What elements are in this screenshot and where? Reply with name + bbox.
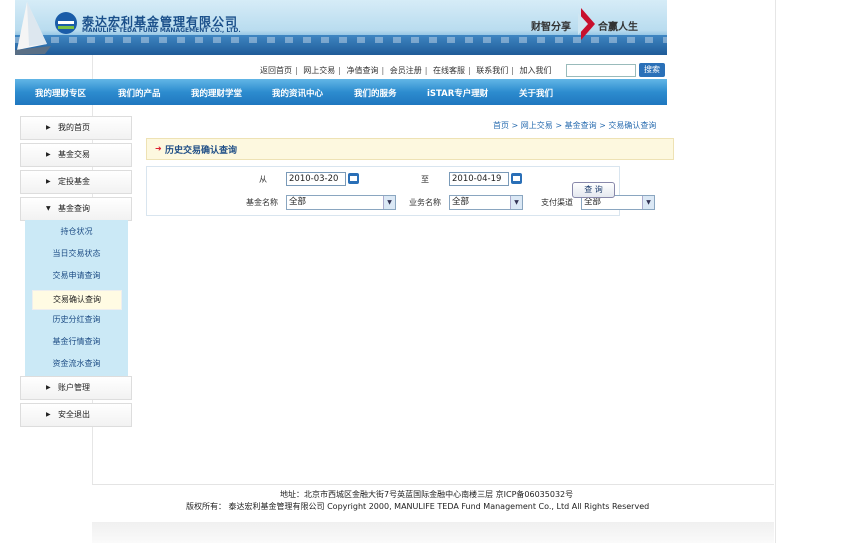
payment-channel-value: 全部 <box>584 197 602 207</box>
nav-item-service[interactable]: 我们的服务 <box>354 87 397 99</box>
breadcrumb-separator: > <box>599 121 606 130</box>
divider: | <box>424 66 428 75</box>
fund-name-value: 全部 <box>289 197 307 207</box>
banner-wave <box>15 37 667 43</box>
submenu-item-confirm-query[interactable]: 交易确认查询 <box>32 290 122 310</box>
breadcrumb-home[interactable]: 首页 <box>493 121 509 130</box>
sidebar-item-fund-query[interactable]: ▼ 基金查询 <box>20 197 132 221</box>
breadcrumb: 首页 > 网上交易 > 基金查询 > 交易确认查询 <box>493 120 656 131</box>
nav-item-my-finance[interactable]: 我的理财专区 <box>35 87 86 99</box>
submenu-item-cashflow-query[interactable]: 资金流水查询 <box>25 355 128 373</box>
slogan-left: 财智分享 <box>531 22 571 33</box>
main-nav: 我的理财专区 我们的产品 我的理财学堂 我的资讯中心 我们的服务 iSTAR专户… <box>15 79 667 105</box>
business-name-select[interactable]: 全部 ▼ <box>449 195 523 210</box>
sidebar-item-fund-trade[interactable]: ▶ 基金交易 <box>20 143 132 167</box>
start-date-input[interactable]: 2010-03-20 <box>286 172 346 186</box>
sidebar-item-home[interactable]: ▶ 我的首页 <box>20 116 132 140</box>
submenu-item-holdings[interactable]: 持仓状况 <box>25 223 128 241</box>
sidebar-item-label: 安全退出 <box>58 410 90 419</box>
toplink-join[interactable]: 加入我们 <box>520 66 552 75</box>
sidebar-item-label: 基金交易 <box>58 150 90 159</box>
from-label: 从 <box>259 175 267 184</box>
footer-copyright: 版权所有： 泰达宏利基金管理有限公司 Copyright 2000, MANUL… <box>186 502 650 511</box>
sidebar-item-label: 账户管理 <box>58 383 90 392</box>
toplink-register[interactable]: 会员注册 <box>390 66 422 75</box>
end-date-input[interactable]: 2010-04-19 <box>449 172 509 186</box>
footer-bottom-band <box>92 522 774 543</box>
section-title-bar: ➜ 历史交易确认查询 <box>146 138 674 160</box>
page-title: 历史交易确认查询 <box>165 146 238 156</box>
business-name-value: 全部 <box>452 197 470 207</box>
breadcrumb-fund-query[interactable]: 基金查询 <box>565 121 597 130</box>
triangle-right-icon: ▶ <box>46 178 51 185</box>
chevron-down-icon: ▼ <box>642 196 654 209</box>
toplink-online-trade[interactable]: 网上交易 <box>303 66 335 75</box>
nav-item-info[interactable]: 我的资讯中心 <box>272 87 323 99</box>
search-input[interactable] <box>566 64 636 77</box>
nav-item-istar[interactable]: iSTAR专户理财 <box>427 87 488 99</box>
divider: | <box>511 66 514 75</box>
toplink-home[interactable]: 返回首页 <box>260 66 292 75</box>
triangle-right-icon: ▶ <box>46 151 51 158</box>
triangle-right-icon: ▶ <box>46 384 51 391</box>
to-label: 至 <box>421 175 429 184</box>
sidebar-item-auto-invest[interactable]: ▶ 定投基金 <box>20 170 132 194</box>
top-links: 返回首页 | 网上交易 | 净值查询 | 会员注册 | 在线客服 | 联系我们 | 加入我们 <box>260 65 552 76</box>
submenu-item-apply-query[interactable]: 交易申请查询 <box>25 267 128 285</box>
chevron-down-icon: ▼ <box>510 196 522 209</box>
toplink-nav-query[interactable]: 净值查询 <box>347 66 379 75</box>
triangle-right-icon: ▶ <box>46 124 51 131</box>
submenu-item-dividend-query[interactable]: 历史分红查询 <box>25 311 128 329</box>
sidebar-submenu: 持仓状况 当日交易状态 交易申请查询 交易确认查询 历史分红查询 基金行情查询 … <box>25 220 128 376</box>
breadcrumb-online-trade[interactable]: 网上交易 <box>521 121 553 130</box>
divider: | <box>468 66 471 75</box>
company-logo-icon <box>55 12 77 34</box>
arrow-bullet-icon: ➜ <box>155 144 162 153</box>
footer-address: 地址：北京市西城区金融大街7号英蓝国际金融中心南楼三层 京ICP备0603503… <box>280 490 574 499</box>
fund-name-label: 基金名称 <box>246 198 278 207</box>
payment-channel-label: 支付渠道 <box>541 198 573 207</box>
calendar-icon[interactable] <box>511 173 522 184</box>
breadcrumb-current[interactable]: 交易确认查询 <box>608 121 656 130</box>
nav-item-school[interactable]: 我的理财学堂 <box>191 87 242 99</box>
nav-item-about[interactable]: 关于我们 <box>519 87 553 99</box>
header-banner: 泰达宏利基金管理有限公司 MANULIFE TEDA FUND MANAGEME… <box>15 0 667 55</box>
sailboat-icon <box>15 2 51 55</box>
nav-item-products[interactable]: 我们的产品 <box>118 87 161 99</box>
submenu-item-market-query[interactable]: 基金行情查询 <box>25 333 128 351</box>
search-button[interactable]: 搜索 <box>639 63 665 77</box>
triangle-down-icon: ▼ <box>46 205 51 212</box>
divider: | <box>295 66 298 75</box>
sidebar-item-logout[interactable]: ▶ 安全退出 <box>20 403 132 427</box>
company-name-en: MANULIFE TEDA FUND MANAGEMENT CO., LTD. <box>82 27 241 34</box>
toplink-contact[interactable]: 联系我们 <box>476 66 508 75</box>
fund-name-select[interactable]: 全部 ▼ <box>286 195 396 210</box>
chevron-inner-icon <box>578 13 588 35</box>
chevron-down-icon: ▼ <box>383 196 395 209</box>
sidebar-item-label: 定投基金 <box>58 177 90 186</box>
breadcrumb-separator: > <box>555 121 563 130</box>
calendar-icon[interactable] <box>348 173 359 184</box>
sidebar-item-account[interactable]: ▶ 账户管理 <box>20 376 132 400</box>
sidebar-item-label: 我的首页 <box>58 123 90 132</box>
triangle-right-icon: ▶ <box>46 411 51 418</box>
business-name-label: 业务名称 <box>409 198 441 207</box>
toplink-service[interactable]: 在线客服 <box>433 66 465 75</box>
query-button[interactable]: 查 询 <box>572 182 615 198</box>
sidebar-item-label: 基金查询 <box>58 204 90 213</box>
submenu-item-today-status[interactable]: 当日交易状态 <box>25 245 128 263</box>
divider: | <box>338 66 341 75</box>
divider: | <box>381 66 385 75</box>
breadcrumb-separator: > <box>511 121 519 130</box>
slogan-right: 合赢人生 <box>598 22 638 33</box>
